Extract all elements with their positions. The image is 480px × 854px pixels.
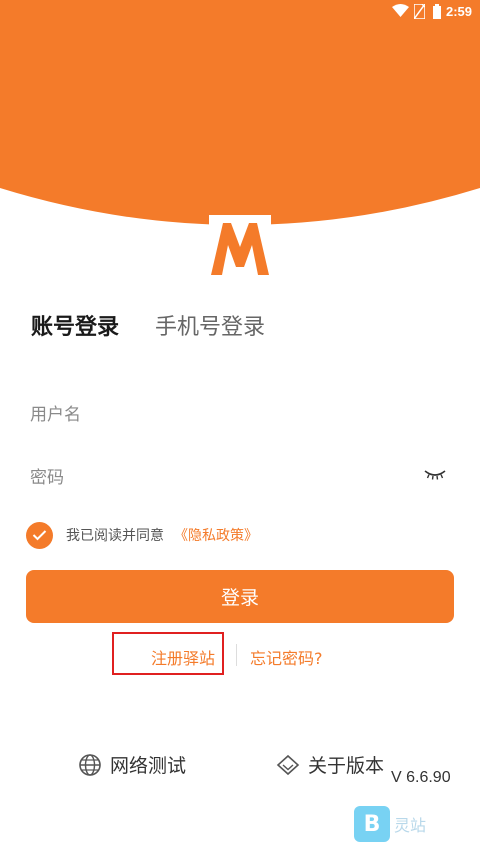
no-sim-icon xyxy=(414,4,425,19)
wifi-icon xyxy=(392,4,409,17)
agreement-text: 我已阅读并同意 xyxy=(66,528,164,544)
about-version-button[interactable]: 关于版本 xyxy=(276,751,384,778)
register-link[interactable]: 注册驿站 xyxy=(151,645,215,669)
eye-closed-icon[interactable] xyxy=(424,468,446,482)
status-time: 2:59 xyxy=(445,4,472,19)
battery-icon xyxy=(433,4,441,19)
link-divider xyxy=(236,644,237,666)
about-version-label: 关于版本 xyxy=(308,755,385,777)
status-bar: 2:59 xyxy=(0,0,480,24)
tab-phone-login[interactable]: 手机号登录 xyxy=(155,309,265,341)
network-test-label: 网络测试 xyxy=(110,755,187,777)
watermark-text: 灵站 xyxy=(394,816,427,835)
password-input[interactable] xyxy=(30,458,390,498)
checkmark-icon xyxy=(32,530,47,541)
agreement-row: 我已阅读并同意 《隐私政策》 xyxy=(26,520,258,550)
globe-icon xyxy=(79,753,101,776)
username-field xyxy=(30,395,450,435)
password-field xyxy=(30,458,450,498)
network-test-button[interactable]: 网络测试 xyxy=(78,751,186,778)
login-button[interactable]: 登录 xyxy=(26,570,454,623)
agreement-checkbox[interactable] xyxy=(26,521,53,549)
username-input[interactable] xyxy=(30,395,390,435)
diamond-icon xyxy=(276,754,300,775)
forgot-password-link[interactable]: 忘记密码? xyxy=(250,645,323,669)
app-logo-icon xyxy=(209,215,271,277)
version-text: V 6.6.90 xyxy=(391,769,451,786)
header-background xyxy=(0,0,480,330)
privacy-policy-link[interactable]: 《隐私政策》 xyxy=(174,525,258,545)
tab-account-login[interactable]: 账号登录 xyxy=(31,309,119,341)
watermark-logo-icon: B xyxy=(354,806,390,842)
